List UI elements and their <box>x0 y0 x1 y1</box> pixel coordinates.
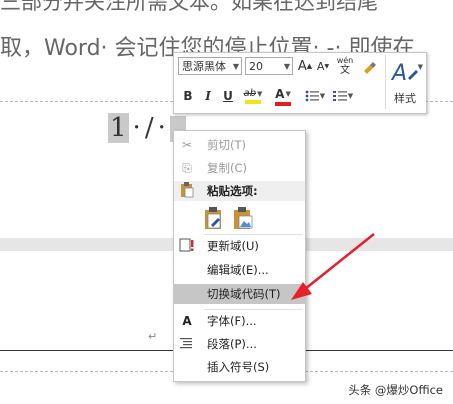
paste-merge-formatting-button[interactable] <box>203 207 225 231</box>
styles-label: 样式 <box>394 92 416 105</box>
shrink-font-button[interactable]: A ▼ <box>315 57 331 75</box>
chevron-down-icon: ▼ <box>347 92 354 100</box>
font-name-dropdown[interactable]: 思源黑体 ▼ <box>178 57 242 75</box>
menu-item-insert-symbol[interactable]: 插入符号(S) <box>174 357 305 377</box>
paste-merge-icon <box>205 207 221 229</box>
highlight-color-bar <box>245 100 261 104</box>
caret-up-icon: ▲ <box>306 62 313 70</box>
chevron-down-icon: ▼ <box>285 89 291 98</box>
bold-button[interactable]: B <box>180 87 196 105</box>
paste-picture-icon <box>234 207 253 229</box>
brush-icon <box>364 62 376 74</box>
font-color-bar <box>275 101 291 106</box>
paste-picture-button[interactable] <box>232 207 254 231</box>
chevron-down-icon: ▼ <box>232 61 239 71</box>
mini-toolbar: 思源黑体 ▼ 20 ▼ A ▲ A ▼ wén 文 B I U ab ▼ A ▼ ▼ ▼… <box>173 52 427 114</box>
field-number: 1 <box>108 113 129 143</box>
document-text-line-1: 三部分并关注所需文本。如果在达到结尾 <box>0 0 378 14</box>
bullet-list-icon <box>305 90 319 102</box>
chevron-down-icon: ▼ <box>417 63 423 71</box>
menu-separator <box>204 234 302 235</box>
menu-item-cut[interactable]: ✂ 剪切(T) <box>174 135 305 155</box>
menu-item-update-field[interactable]: 更新域(U) <box>174 236 305 256</box>
font-color-button[interactable]: A ▼ <box>270 85 296 107</box>
paragraph-mark: ↵ <box>148 330 158 343</box>
menu-item-edit-field[interactable]: 编辑域(E)... <box>174 260 305 280</box>
caret-down-icon: ▼ <box>324 62 330 70</box>
grow-font-button[interactable]: A ▲ <box>297 57 313 75</box>
watermark: 头条 @爆炒Office <box>348 383 443 397</box>
chevron-down-icon: ▼ <box>319 92 326 100</box>
cut-icon: ✂ <box>181 138 193 152</box>
menu-item-paste-options: 粘贴选项: <box>174 181 305 201</box>
styles-icon: A <box>390 61 418 86</box>
italic-button[interactable]: I <box>200 87 216 105</box>
font-icon: A <box>182 314 192 328</box>
styles-button[interactable]: A ▼ 样式 <box>385 55 424 109</box>
bullets-button[interactable]: ▼ <box>302 87 328 105</box>
paste-icon <box>179 181 195 201</box>
update-field-icon <box>179 237 195 256</box>
context-menu: ✂ 剪切(T) ⎘ 复制(C) 粘贴选项: 更新域(U) 编辑域(E)... 切… <box>173 130 306 382</box>
format-painter-button[interactable] <box>360 57 378 75</box>
numbering-button[interactable]: ▼ <box>330 87 356 105</box>
copy-icon: ⎘ <box>182 160 192 175</box>
menu-separator <box>204 309 302 310</box>
underline-button[interactable]: U <box>220 87 236 105</box>
numbered-list-icon <box>332 91 347 101</box>
svg-text:A: A <box>390 61 407 86</box>
highlight-color-button[interactable]: ab ▼ <box>240 85 266 107</box>
menu-item-copy[interactable]: ⎘ 复制(C) <box>174 158 305 178</box>
paragraph-icon <box>179 336 195 353</box>
chevron-down-icon: ▼ <box>257 89 263 98</box>
phonetic-guide-button[interactable]: wén 文 <box>334 55 356 77</box>
menu-item-paragraph[interactable]: 段落(P)... <box>174 334 305 354</box>
menu-item-font[interactable]: A 字体(F)... <box>174 311 305 331</box>
chevron-down-icon: ▼ <box>283 61 290 71</box>
font-size-dropdown[interactable]: 20 ▼ <box>245 57 293 75</box>
field-slash: / <box>144 113 154 143</box>
menu-item-toggle-field-codes[interactable]: 切换域代码(T) <box>174 284 305 304</box>
